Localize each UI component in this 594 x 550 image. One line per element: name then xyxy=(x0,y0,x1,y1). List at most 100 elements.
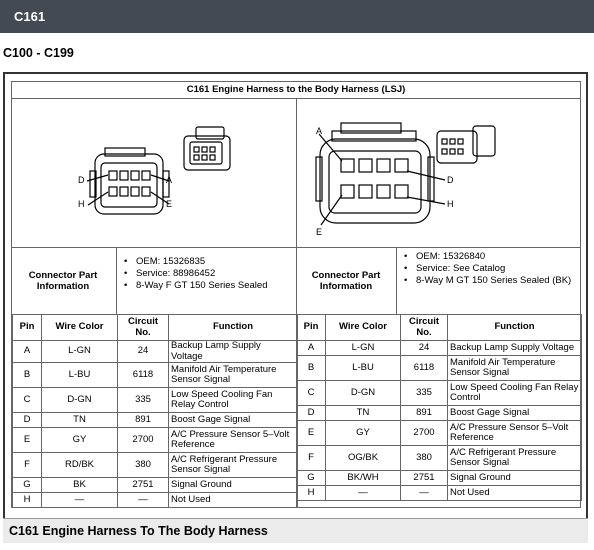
col-function: Function xyxy=(168,314,298,341)
col-circuit: Circuit No. xyxy=(117,314,169,341)
right-label-a: A xyxy=(316,126,323,136)
table-row: E GY 2700 A/C Pressure Sensor 5–Volt Refere… xyxy=(296,420,582,446)
function-cell: Manifold Air Temperature Sensor Signal xyxy=(168,362,298,388)
pin-cell: G xyxy=(296,470,326,486)
wire-color-cell: L-GN xyxy=(41,340,118,363)
table-row: C D-GN 335 Low Speed Cooling Fan Relay Cont… xyxy=(296,380,582,406)
function-cell: Low Speed Cooling Fan Relay Control xyxy=(447,380,582,406)
table-row: H — — Not Used xyxy=(296,485,582,501)
col-function: Function xyxy=(447,314,582,341)
circuit-cell: — xyxy=(117,492,169,508)
right-label-h: H xyxy=(447,199,454,209)
pin-cell: A xyxy=(12,340,42,363)
function-cell: Low Speed Cooling Fan Relay Control xyxy=(168,387,298,413)
table-row: A L-GN 24 Backup Lamp Supply Voltage xyxy=(12,340,298,363)
left-label-h: H xyxy=(78,199,85,209)
function-cell: A/C Refrigerant Pressure Sensor Signal xyxy=(447,445,582,471)
pin-cell: C xyxy=(12,387,42,413)
pin-cell: E xyxy=(12,427,42,453)
left-pin-table: Pin Wire Color Circuit No. Function A L-G… xyxy=(12,314,298,508)
right-part-info: OEM: 15326840 Service: See Catalog 8-Way… xyxy=(402,251,578,287)
table-row: H — — Not Used xyxy=(12,492,298,508)
wire-color-cell: RD/BK xyxy=(41,452,118,478)
left-label-a: A xyxy=(166,175,173,185)
wire-color-cell: GY xyxy=(41,427,118,453)
pin-cell: A xyxy=(296,340,326,356)
left-part-info: OEM: 15326835 Service: 88986452 8-Way F … xyxy=(122,256,294,292)
right-pin-table: Pin Wire Color Circuit No. Function A L-G… xyxy=(296,314,582,501)
circuit-cell: 380 xyxy=(400,445,448,471)
wire-color-cell: BK/WH xyxy=(325,470,401,486)
col-pin: Pin xyxy=(296,314,326,341)
function-cell: A/C Refrigerant Pressure Sensor Signal xyxy=(168,452,298,478)
pin-cell: D xyxy=(12,412,42,428)
left-info-desc: 8-Way F GT 150 Series Sealed xyxy=(122,280,294,292)
col-circuit: Circuit No. xyxy=(400,314,448,341)
table-row: A L-GN 24 Backup Lamp Supply Voltage xyxy=(296,340,582,356)
wire-color-cell: TN xyxy=(41,412,118,428)
left-info-service: Service: 88986452 xyxy=(122,268,294,280)
left-info-oem: OEM: 15326835 xyxy=(122,256,294,268)
function-cell: A/C Pressure Sensor 5–Volt Reference xyxy=(168,427,298,453)
right-cpi-divider xyxy=(396,247,397,314)
pin-cell: D xyxy=(296,405,326,421)
wire-color-cell: L-GN xyxy=(325,340,401,356)
circuit-cell: 6118 xyxy=(117,362,169,388)
document-title: C161 Engine Harness to the Body Harness … xyxy=(12,82,580,99)
left-label-d: D xyxy=(78,175,85,185)
function-cell: Backup Lamp Supply Voltage xyxy=(168,340,298,363)
table-row: G BK 2751 Signal Ground xyxy=(12,477,298,493)
circuit-cell: 891 xyxy=(117,412,169,428)
wire-color-cell: D-GN xyxy=(41,387,118,413)
wire-color-cell: OG/BK xyxy=(325,445,401,471)
circuit-cell: 24 xyxy=(400,340,448,356)
range-heading: C100 - C199 xyxy=(3,46,74,60)
circuit-cell: 335 xyxy=(117,387,169,413)
circuit-cell: 2751 xyxy=(400,470,448,486)
right-info-service: Service: See Catalog xyxy=(402,263,578,275)
circuit-cell: 335 xyxy=(400,380,448,406)
table-row: F RD/BK 380 A/C Refrigerant Pressure Sensor… xyxy=(12,452,298,478)
col-wire-color: Wire Color xyxy=(325,314,401,341)
right-connector-diagram xyxy=(315,122,496,226)
caption-text: C161 Engine Harness To The Body Harness xyxy=(9,524,268,538)
circuit-cell: 380 xyxy=(117,452,169,478)
function-cell: Boost Gage Signal xyxy=(168,412,298,428)
pin-cell: G xyxy=(12,477,42,493)
wire-color-cell: TN xyxy=(325,405,401,421)
wire-color-cell: BK xyxy=(41,477,118,493)
circuit-cell: 891 xyxy=(400,405,448,421)
table-row: D TN 891 Boost Gage Signal xyxy=(12,412,298,428)
function-cell: Not Used xyxy=(447,485,582,501)
function-cell: Signal Ground xyxy=(447,470,582,486)
wire-color-cell: — xyxy=(41,492,118,508)
table-row: B L-BU 6118 Manifold Air Temperature Sensor… xyxy=(296,355,582,381)
table-row: F OG/BK 380 A/C Refrigerant Pressure Sensor… xyxy=(296,445,582,471)
function-cell: Backup Lamp Supply Voltage xyxy=(447,340,582,356)
pin-cell: B xyxy=(296,355,326,381)
right-label-d: D xyxy=(447,175,454,185)
caption-bar: C161 Engine Harness To The Body Harness xyxy=(3,518,588,543)
table-row: B L-BU 6118 Manifold Air Temperature Sensor… xyxy=(12,362,298,388)
wire-color-cell: L-BU xyxy=(41,362,118,388)
circuit-cell: 2700 xyxy=(400,420,448,446)
right-info-desc: 8-Way M GT 150 Series Sealed (BK) xyxy=(402,275,578,287)
pin-cell: H xyxy=(296,485,326,501)
function-cell: Boost Gage Signal xyxy=(447,405,582,421)
pin-cell: E xyxy=(296,420,326,446)
header-bar: C161 xyxy=(0,0,594,33)
pin-cell: F xyxy=(296,445,326,471)
function-cell: Manifold Air Temperature Sensor Signal xyxy=(447,355,582,381)
left-cpi-label: Connector Part Information xyxy=(28,270,98,292)
table-row: C D-GN 335 Low Speed Cooling Fan Relay Cont… xyxy=(12,387,298,413)
pin-cell: H xyxy=(12,492,42,508)
left-label-e: E xyxy=(166,199,173,209)
left-cpi-divider xyxy=(116,247,117,314)
pin-cell: F xyxy=(12,452,42,478)
col-wire-color: Wire Color xyxy=(41,314,118,341)
table-row: E GY 2700 A/C Pressure Sensor 5–Volt Refere… xyxy=(12,427,298,453)
circuit-cell: 24 xyxy=(117,340,169,363)
circuit-cell: 2751 xyxy=(117,477,169,493)
pin-cell: B xyxy=(12,362,42,388)
right-label-e: E xyxy=(316,227,323,237)
